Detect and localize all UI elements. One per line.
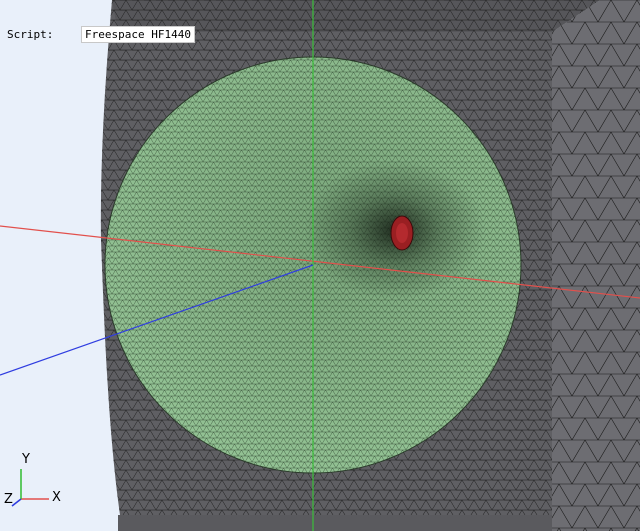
mesh-cube-side-face [552,0,640,531]
mesh-viewport[interactable] [0,0,640,531]
excitation-port-icon[interactable] [390,215,414,251]
triad-z-label: Z [4,492,13,507]
mesh-cube-bottom-edge [118,515,552,531]
xyz-axis-triad-icon[interactable] [11,469,49,507]
triad-x-label: X [52,490,61,505]
triad-y-label: Y [22,452,30,467]
script-label: Script: [7,28,54,41]
script-name-field[interactable]: Freespace HF1440 [81,26,195,43]
